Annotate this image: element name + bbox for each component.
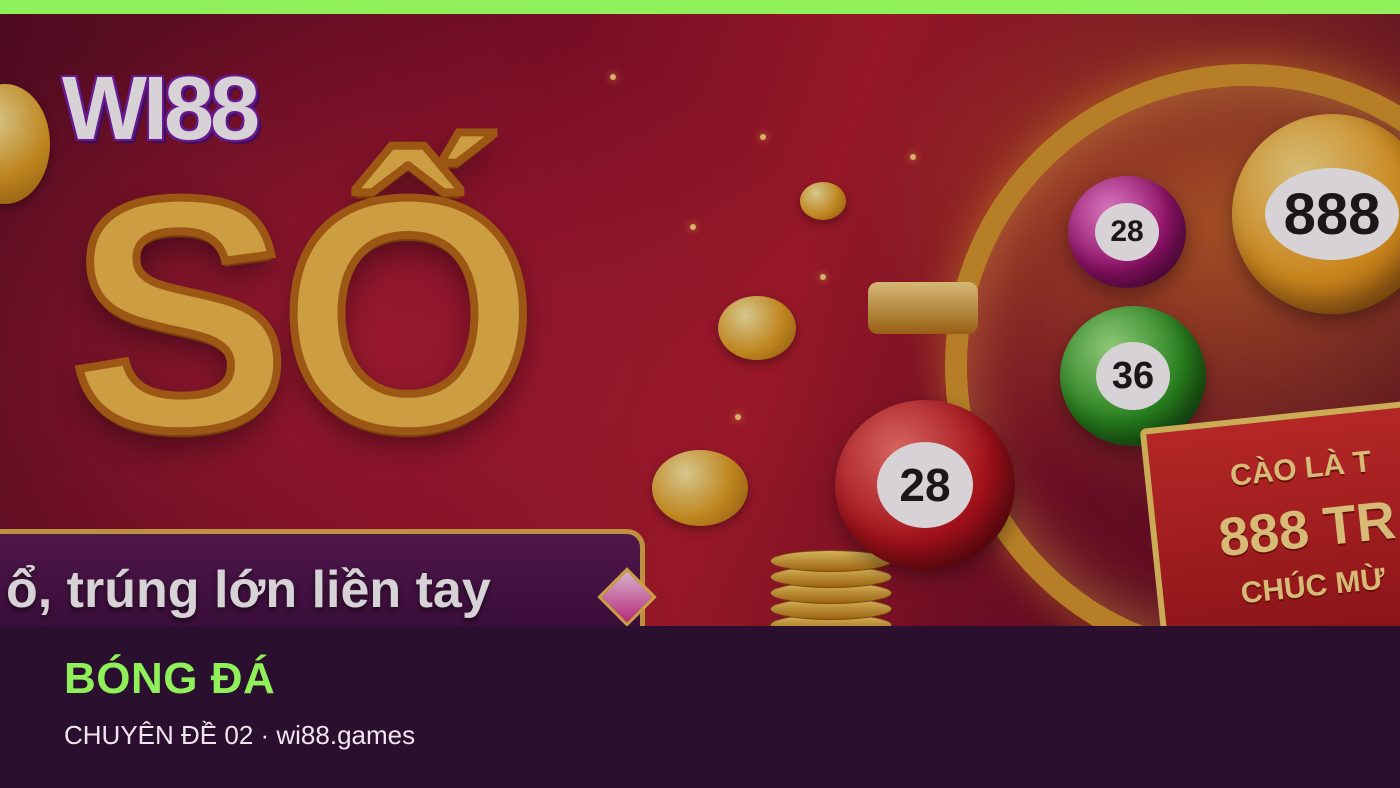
top-accent-bar [0,0,1400,14]
caption-panel: BÓNG ĐÁ CHUYÊN ĐỀ 02 · wi88.games [0,626,1400,788]
lottery-drum-handle [868,282,978,334]
sparkle-icon [690,224,696,230]
banner-tagline: ổ, trúng lớn liền tay [6,561,491,619]
banner-title-word: SỐ [66,129,541,498]
lottery-ball-number: 28 [877,442,973,528]
scratch-ticket: CÀO LÀ T 888 TR CHÚC MỪ [1139,396,1400,626]
gold-coin-icon [800,182,846,220]
gold-coin-icon [652,450,748,526]
lottery-ball-number: 36 [1096,342,1170,410]
sparkle-icon [760,134,766,140]
lottery-ball-number: 28 [1095,203,1159,261]
lottery-ball-number: 888 [1265,168,1399,260]
lottery-ball: 28 [1068,176,1186,288]
sparkle-icon [820,274,826,280]
sparkle-icon [610,74,616,80]
hero-banner: SỐ WI88 ổ, trúng lớn liền tay 28 888 36 … [0,14,1400,626]
wi88-logo: WI88 [62,59,260,159]
gold-coin-icon [718,296,796,360]
gold-coin-icon [0,84,50,204]
sparkle-icon [735,414,741,420]
lottery-ball: 28 [835,400,1015,570]
caption-subline: CHUYÊN ĐỀ 02 · wi88.games [64,720,416,750]
sparkle-icon [910,154,916,160]
caption-headline: BÓNG ĐÁ [64,654,276,703]
